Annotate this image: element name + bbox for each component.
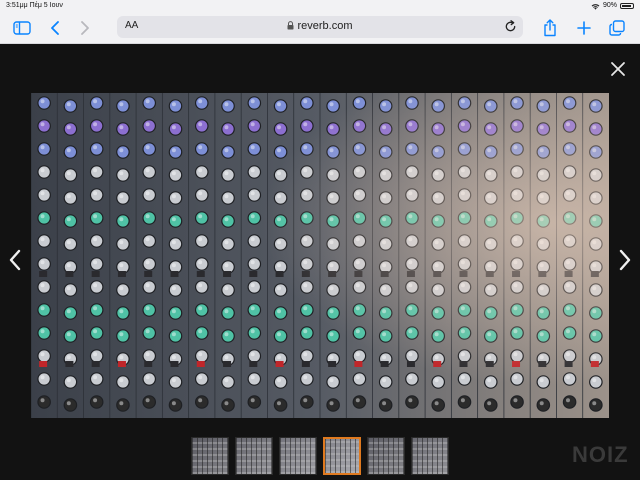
status-date: Πέμ 5 Ιουν [29, 2, 63, 9]
thumbnail-strip [0, 436, 640, 476]
mixing-console-photo [31, 93, 609, 418]
thumbnail-5[interactable] [367, 437, 405, 475]
reload-icon[interactable] [504, 20, 517, 33]
status-time: 3:51μμ [6, 2, 28, 9]
product-photo [31, 93, 609, 418]
previous-image-button[interactable] [6, 248, 24, 272]
tabs-overview-button[interactable] [607, 18, 627, 38]
thumbnail-3[interactable] [279, 437, 317, 475]
thumbnail-1[interactable] [191, 437, 229, 475]
browser-toolbar: AA reverb.com [0, 12, 640, 44]
new-tab-button[interactable] [574, 18, 594, 38]
image-viewer: NOIZ [0, 44, 640, 480]
share-button[interactable] [540, 18, 560, 38]
thumbnail-6[interactable] [411, 437, 449, 475]
share-icon [544, 19, 556, 37]
status-right: 90% [591, 0, 634, 12]
status-bar: 3:51μμ Πέμ 5 Ιουν 90% [0, 0, 640, 12]
battery-percent: 90% [602, 2, 617, 9]
close-viewer-button[interactable] [606, 57, 630, 81]
tabs-icon [609, 20, 625, 36]
sidebar-button[interactable] [12, 18, 32, 38]
address-bar[interactable]: AA reverb.com [117, 16, 523, 38]
thumbnail-2[interactable] [235, 437, 273, 475]
thumbnail-4[interactable] [323, 437, 361, 475]
chevron-right-icon [619, 249, 631, 271]
lock-icon [287, 21, 294, 30]
close-icon [611, 62, 625, 76]
plus-icon [577, 21, 591, 35]
url-text: reverb.com [297, 20, 353, 32]
url-display[interactable]: reverb.com [117, 20, 523, 32]
next-image-button[interactable] [616, 248, 634, 272]
chevron-left-icon [51, 21, 59, 35]
back-button[interactable] [45, 18, 65, 38]
wifi-icon [591, 3, 600, 10]
sidebar-icon [13, 21, 31, 35]
forward-button[interactable] [75, 18, 95, 38]
chevron-right-icon [81, 21, 89, 35]
status-time-date: 3:51μμ Πέμ 5 Ιουν [6, 0, 63, 12]
chevron-left-icon [9, 249, 21, 271]
battery-icon [620, 3, 634, 9]
watermark-logo: NOIZ [572, 442, 629, 467]
